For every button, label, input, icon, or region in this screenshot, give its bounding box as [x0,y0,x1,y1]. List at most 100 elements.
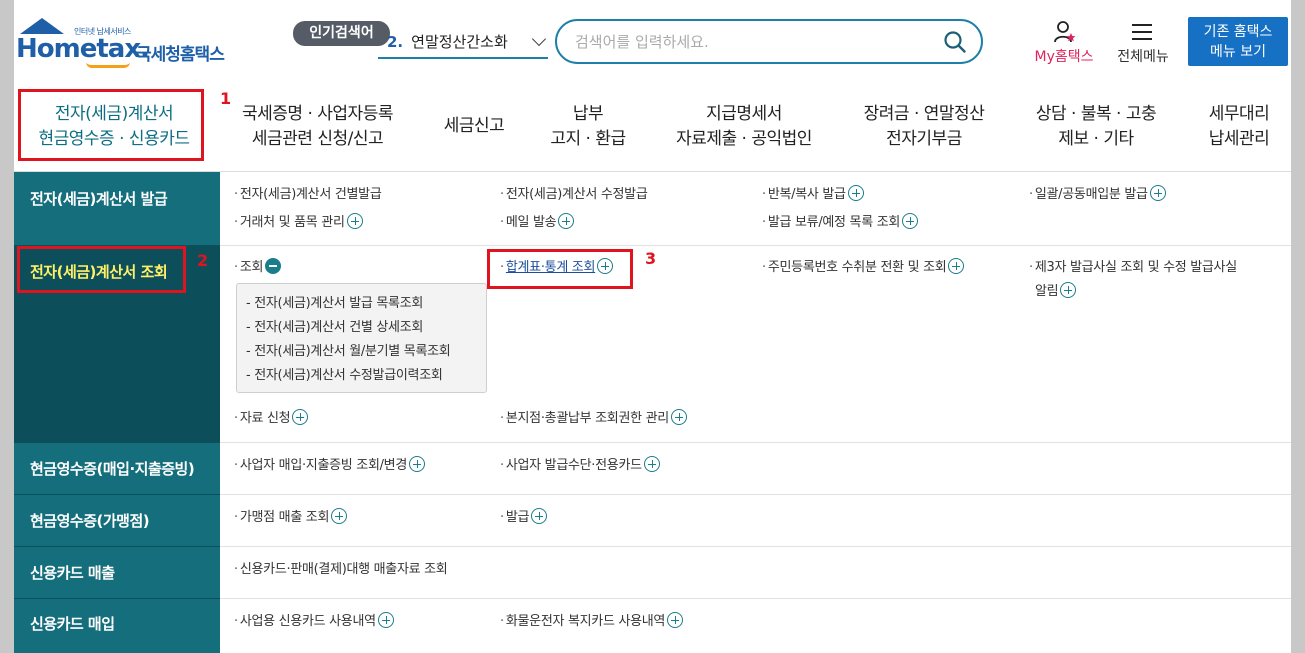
tab-payment[interactable]: 납부 고지 · 환급 [538,102,638,152]
submenu-label: 전자(세금)계산서 월/분기별 목록조회 [254,344,451,359]
list-item[interactable]: · 사업자 발급수단·전용카드 [500,454,660,478]
list-item[interactable]: · 가맹점 매출 조회 [234,506,348,530]
old-hometax-line2: 메뉴 보기 [1210,44,1266,60]
plus-icon[interactable] [531,508,548,524]
sidebar-item-card-purchase[interactable]: 신용카드 매입 [14,613,220,634]
submenu-item[interactable]: - 전자(세금)계산서 수정발급이력조회 [246,364,486,388]
list-item[interactable]: · 전자(세금)계산서 건별발급 [234,183,382,207]
hometax-logo[interactable]: 인터넷 납세서비스 Hometax. 국세청홈택스 [16,18,236,68]
old-hometax-menu-button[interactable]: 기존 홈택스 메뉴 보기 [1188,17,1288,66]
list-item[interactable]: · 거래처 및 품목 관리 [234,211,363,235]
plus-icon[interactable] [847,185,864,201]
menu-link: 본지점·총괄납부 조회권한 관리 [505,411,669,426]
tab-label-line1: 세무대리 [1208,104,1270,124]
tab-label-line1: 상담 · 불복 · 고충 [1035,104,1157,124]
row-divider [220,598,1291,599]
list-item[interactable]: · 발급 보류/예정 목록 조회 [762,211,919,235]
header: 인터넷 납세서비스 Hometax. 국세청홈택스 인기검색어 2. 연말정산간소… [14,0,1291,84]
sidebar-item-cash-receipt-merchant[interactable]: 현금영수증(가맹점) [14,510,220,531]
menu-link: 메일 발송 [505,215,557,230]
search-box [555,19,983,64]
left-sidebar: 전자(세금)계산서 발급 전자(세금)계산서 조회 현금영수증(매입·지출증빙)… [14,172,227,653]
plus-icon[interactable] [331,508,348,524]
list-item[interactable]: · 사업용 신용카드 사용내역 [234,610,394,634]
sidebar-item-cash-receipt-purchase[interactable]: 현금영수증(매입·지출증빙) [14,458,220,479]
page: 인터넷 납세서비스 Hometax. 국세청홈택스 인기검색어 2. 연말정산간소… [0,0,1305,653]
list-item[interactable]: · 일괄/공동매입분 발급 [1029,183,1166,207]
menu-link: 사업자 매입·지출증빙 조회/변경 [239,458,408,473]
tab-label-line1: 장려금 · 연말정산 [863,104,985,124]
plus-icon[interactable] [377,612,394,628]
plus-icon[interactable] [902,213,919,229]
tab-label-line1: 세금신고 [443,116,505,136]
menu-link: 발급 [505,510,530,525]
plus-icon[interactable] [292,409,309,425]
annotation-box-3 [487,249,633,289]
list-item[interactable]: · 주민등록번호 수취분 전환 및 조회 [762,256,965,280]
popular-search-badge: 인기검색어 [293,21,390,46]
plus-icon[interactable] [1060,282,1077,298]
tab-tax-certificate[interactable]: 국세증명 · 사업자등록 세금관련 신청/신고 [225,102,410,152]
tab-tax-return[interactable]: 세금신고 [424,114,524,139]
search-input[interactable] [575,29,915,55]
submenu-label: 전자(세금)계산서 수정발급이력조회 [254,368,443,383]
submenu-item[interactable]: - 전자(세금)계산서 건별 상세조회 [246,316,486,340]
list-item[interactable]: · 자료 신청 [234,407,309,431]
sidebar-divider [14,442,220,443]
tab-incentive-yearend[interactable]: 장려금 · 연말정산 전자기부금 [849,102,999,152]
annotation-box-1 [18,89,204,161]
all-menu-label: 전체메뉴 [1117,49,1169,65]
search-icon[interactable] [943,30,967,54]
list-item[interactable]: · 전자(세금)계산서 수정발급 [500,183,648,207]
tab-label-line1: 국세증명 · 사업자등록 [242,104,393,124]
list-item[interactable]: · 조회 [234,256,282,280]
tab-label-line1: 납부 [572,104,604,124]
plus-icon[interactable] [1149,185,1166,201]
tab-label-line2: 납세관리 [1208,129,1270,149]
plus-icon[interactable] [643,456,660,472]
minus-icon[interactable] [265,258,282,274]
menu-link: 거래처 및 품목 관리 [239,215,345,230]
tab-label-line1: 지급명세서 [706,104,782,124]
submenu-item[interactable]: - 전자(세금)계산서 발급 목록조회 [246,292,486,316]
tab-tax-agent[interactable]: 세무대리 납세관리 [1194,102,1284,152]
menu-link: 일괄/공동매입분 발급 [1034,187,1148,202]
sidebar-divider [14,546,220,547]
person-star-icon [1054,21,1076,43]
sidebar-item-invoice-issue[interactable]: 전자(세금)계산서 발급 [14,188,220,209]
my-hometax-button[interactable]: My홈택스 [1024,20,1104,70]
plus-icon[interactable] [558,213,575,229]
sidebar-item-card-sales[interactable]: 신용카드 매출 [14,562,220,583]
plus-icon[interactable] [670,409,687,425]
menu-link: 발급 보류/예정 목록 조회 [767,215,901,230]
all-menu-button[interactable]: 전체메뉴 [1112,20,1174,70]
tab-label-line2: 자료제출 · 공익법인 [676,129,812,149]
plus-icon[interactable] [667,612,684,628]
top-navigation: 전자(세금)계산서 현금영수증 · 신용카드 국세증명 · 사업자등록 세금관련… [14,84,1291,172]
tab-payment-statement[interactable]: 지급명세서 자료제출 · 공익법인 [669,102,819,152]
row-divider [220,546,1291,547]
tab-label-line2: 전자기부금 [886,129,962,149]
list-item[interactable]: · 제3자 발급사실 조회 및 수정 발급사실 알림 [1029,256,1237,304]
submenu-label: 전자(세금)계산서 발급 목록조회 [254,296,424,311]
list-item[interactable]: · 메일 발송 [500,211,575,235]
list-item[interactable]: · 발급 [500,506,548,530]
menu-link: 반복/복사 발급 [767,187,846,202]
submenu-item[interactable]: - 전자(세금)계산서 월/분기별 목록조회 [246,340,486,364]
plus-icon[interactable] [948,258,965,274]
sidebar-divider [14,598,220,599]
menu-link: 가맹점 매출 조회 [239,510,330,525]
list-item[interactable]: · 신용카드·판매(결제)대행 매출자료 조회 [234,558,448,582]
popular-search-select[interactable]: 2. 연말정산간소화 [378,28,548,59]
menu-link: 신용카드·판매(결제)대행 매출자료 조회 [239,562,448,577]
annotation-box-2 [17,246,186,293]
plus-icon[interactable] [346,213,363,229]
inquiry-submenu: - 전자(세금)계산서 발급 목록조회 - 전자(세금)계산서 건별 상세조회 … [236,283,487,393]
plus-icon[interactable] [409,456,426,472]
list-item[interactable]: · 반복/복사 발급 [762,183,864,207]
list-item[interactable]: · 화물운전자 복지카드 사용내역 [500,610,684,634]
list-item[interactable]: · 사업자 매입·지출증빙 조회/변경 [234,454,426,478]
list-item[interactable]: · 본지점·총괄납부 조회권한 관리 [500,407,687,431]
row-divider [220,442,1291,443]
tab-consultation[interactable]: 상담 · 불복 · 고충 제보 · 기타 [1021,102,1171,152]
